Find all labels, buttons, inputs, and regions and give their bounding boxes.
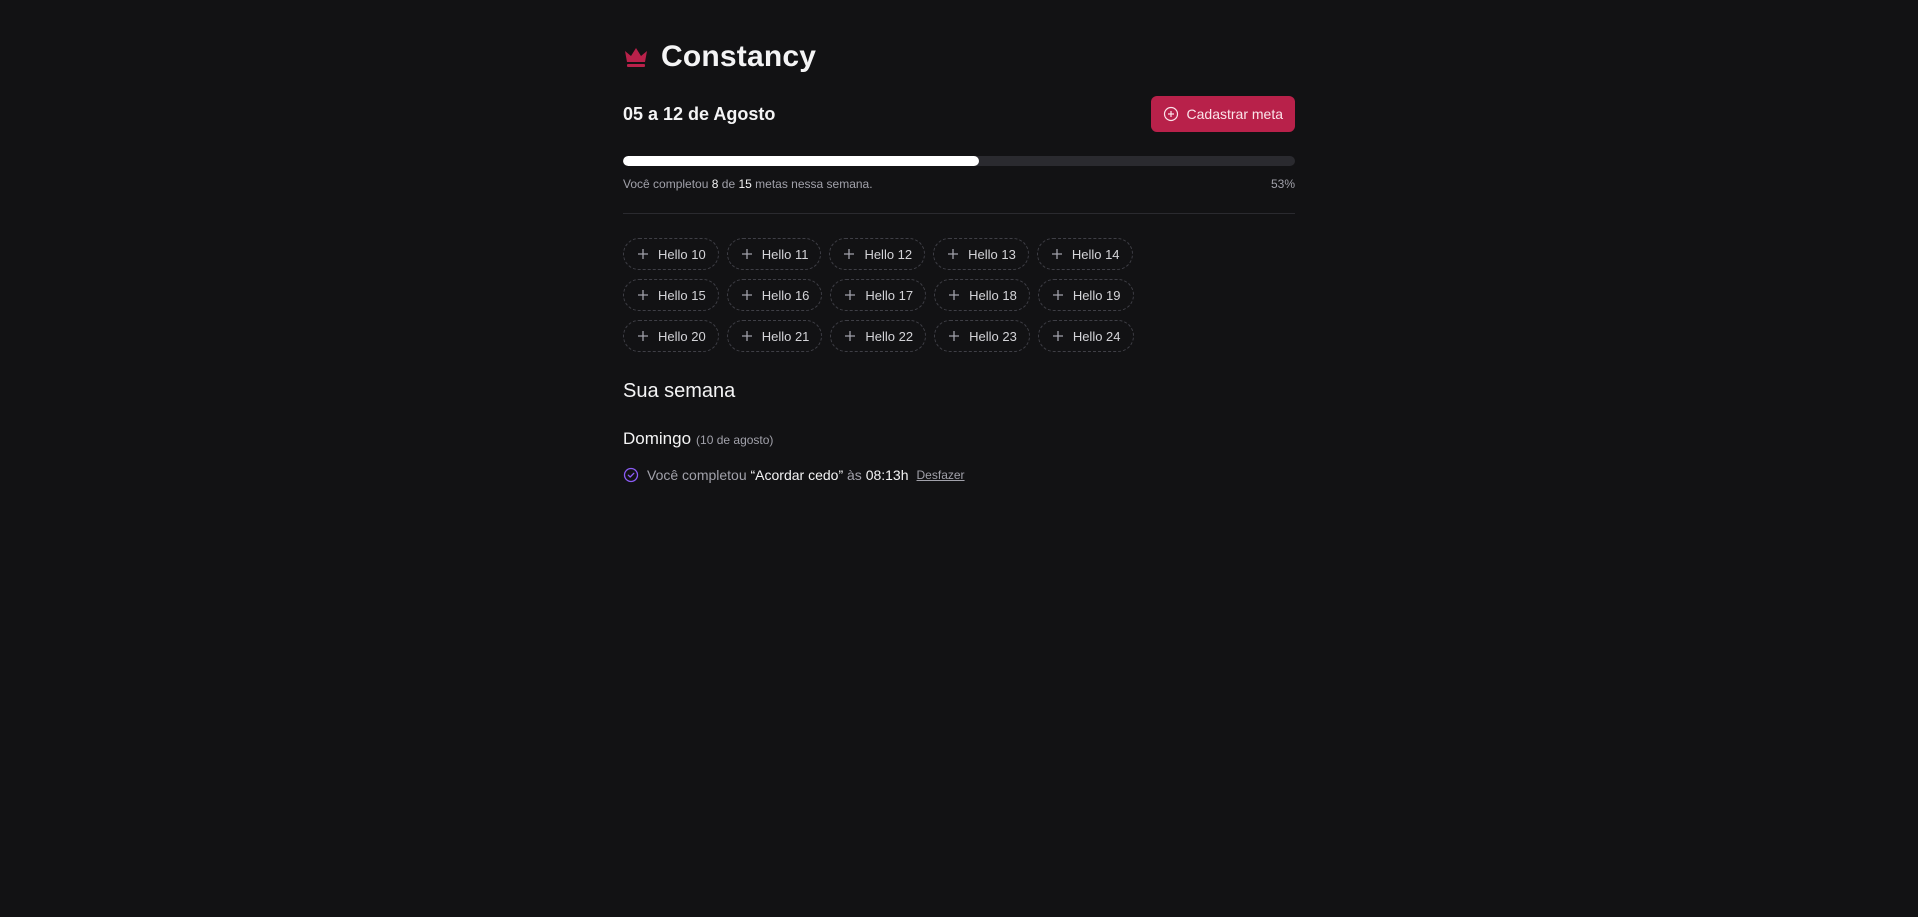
progress-info: Você completou 8 de 15 metas nessa seman… (623, 177, 1295, 191)
pill-label: Hello 11 (761, 246, 809, 262)
progress-text: Você completou 8 de 15 metas nessa seman… (623, 177, 873, 191)
plus-icon (949, 331, 960, 341)
pill-label: Hello 16 (761, 287, 810, 303)
plus-icon (1052, 331, 1063, 341)
add-goal-label: Cadastrar meta (1186, 106, 1283, 122)
progress-text-before: Você completou (623, 177, 709, 191)
plus-icon (1052, 290, 1063, 300)
pill-label: Hello 17 (865, 287, 914, 303)
add-goal-pill[interactable]: Hello 13 (933, 238, 1029, 270)
check-circle-icon (623, 467, 639, 483)
add-goal-pill[interactable]: Hello 18 (934, 279, 1030, 311)
week-header: 05 a 12 de Agosto Cadastrar meta (623, 96, 1295, 132)
pill-label: Hello 21 (761, 328, 810, 344)
pill-label: Hello 13 (968, 246, 1016, 262)
entry-time: 08:13h (865, 467, 909, 483)
progress-text-after: metas nessa semana. (755, 177, 873, 191)
add-goal-pill[interactable]: Hello 17 (830, 279, 927, 311)
plus-circle-icon (1163, 106, 1178, 122)
plus-icon (638, 249, 648, 259)
pill-label: Hello 19 (1072, 287, 1121, 303)
entry-prefix: Você completou (647, 467, 747, 483)
add-goal-pill[interactable]: Hello 15 (623, 279, 719, 311)
progress-bar (623, 156, 1295, 166)
add-goal-button[interactable]: Cadastrar meta (1150, 96, 1295, 132)
add-goal-pill[interactable]: Hello 19 (1037, 279, 1134, 311)
app-container: Constancy 05 a 12 de Agosto Cadastrar me… (623, 38, 1295, 483)
plus-icon (1051, 249, 1062, 259)
plus-icon (948, 249, 959, 259)
pill-label: Hello 15 (658, 287, 706, 303)
plus-icon (845, 290, 856, 300)
plus-icon (741, 331, 752, 341)
plus-icon (741, 290, 752, 300)
week-title: 05 a 12 de Agosto (623, 103, 776, 124)
entry-goal: “Acordar cedo” (750, 467, 844, 483)
progress-percent: 53% (1270, 177, 1295, 191)
plus-icon (638, 290, 648, 300)
add-goal-pill[interactable]: Hello 22 (830, 320, 927, 352)
pill-label: Hello 10 (658, 246, 706, 262)
week-summary-title: Sua semana (623, 380, 736, 402)
plus-icon (845, 331, 856, 341)
add-goal-pill[interactable]: Hello 14 (1036, 238, 1133, 270)
progress-total: 15 (738, 177, 752, 191)
pill-label: Hello 20 (658, 328, 706, 344)
pill-label: Hello 14 (1071, 246, 1120, 262)
day-header: Domingo (10 de agosto) (623, 429, 1295, 449)
add-goal-pill[interactable]: Hello 10 (623, 238, 719, 270)
plus-icon (949, 290, 960, 300)
divider (623, 213, 1295, 214)
plus-icon (638, 331, 648, 341)
entry-middle: às (847, 467, 862, 483)
completed-goal-entry: Você completou “Acordar cedo” às 08:13h … (623, 467, 1295, 483)
pill-label: Hello 22 (865, 328, 914, 344)
pending-goals: Hello 10 Hello 11 Hello 12 Hello 13 Hello 14… (623, 238, 1223, 352)
progress-fill (623, 156, 980, 166)
day-date: (10 de agosto) (696, 433, 774, 447)
brand: Constancy (623, 38, 1295, 76)
add-goal-pill[interactable]: Hello 16 (726, 279, 823, 311)
day-name: Domingo (623, 429, 692, 448)
plus-icon (844, 249, 855, 259)
add-goal-pill[interactable]: Hello 21 (726, 320, 823, 352)
add-goal-pill[interactable]: Hello 23 (934, 320, 1030, 352)
brand-name: Constancy (661, 40, 817, 73)
progress-text-middle: de (721, 177, 736, 191)
undo-button[interactable]: Desfazer (917, 468, 965, 482)
add-goal-pill[interactable]: Hello 20 (623, 320, 719, 352)
add-goal-pill[interactable]: Hello 11 (726, 238, 822, 270)
pill-label: Hello 23 (969, 328, 1017, 344)
add-goal-pill[interactable]: Hello 12 (829, 238, 926, 270)
pill-label: Hello 18 (969, 287, 1017, 303)
crown-icon (625, 48, 647, 67)
add-goal-pill[interactable]: Hello 24 (1037, 320, 1134, 352)
plus-icon (741, 249, 752, 259)
pill-label: Hello 12 (864, 246, 913, 262)
pill-label: Hello 24 (1072, 328, 1121, 344)
